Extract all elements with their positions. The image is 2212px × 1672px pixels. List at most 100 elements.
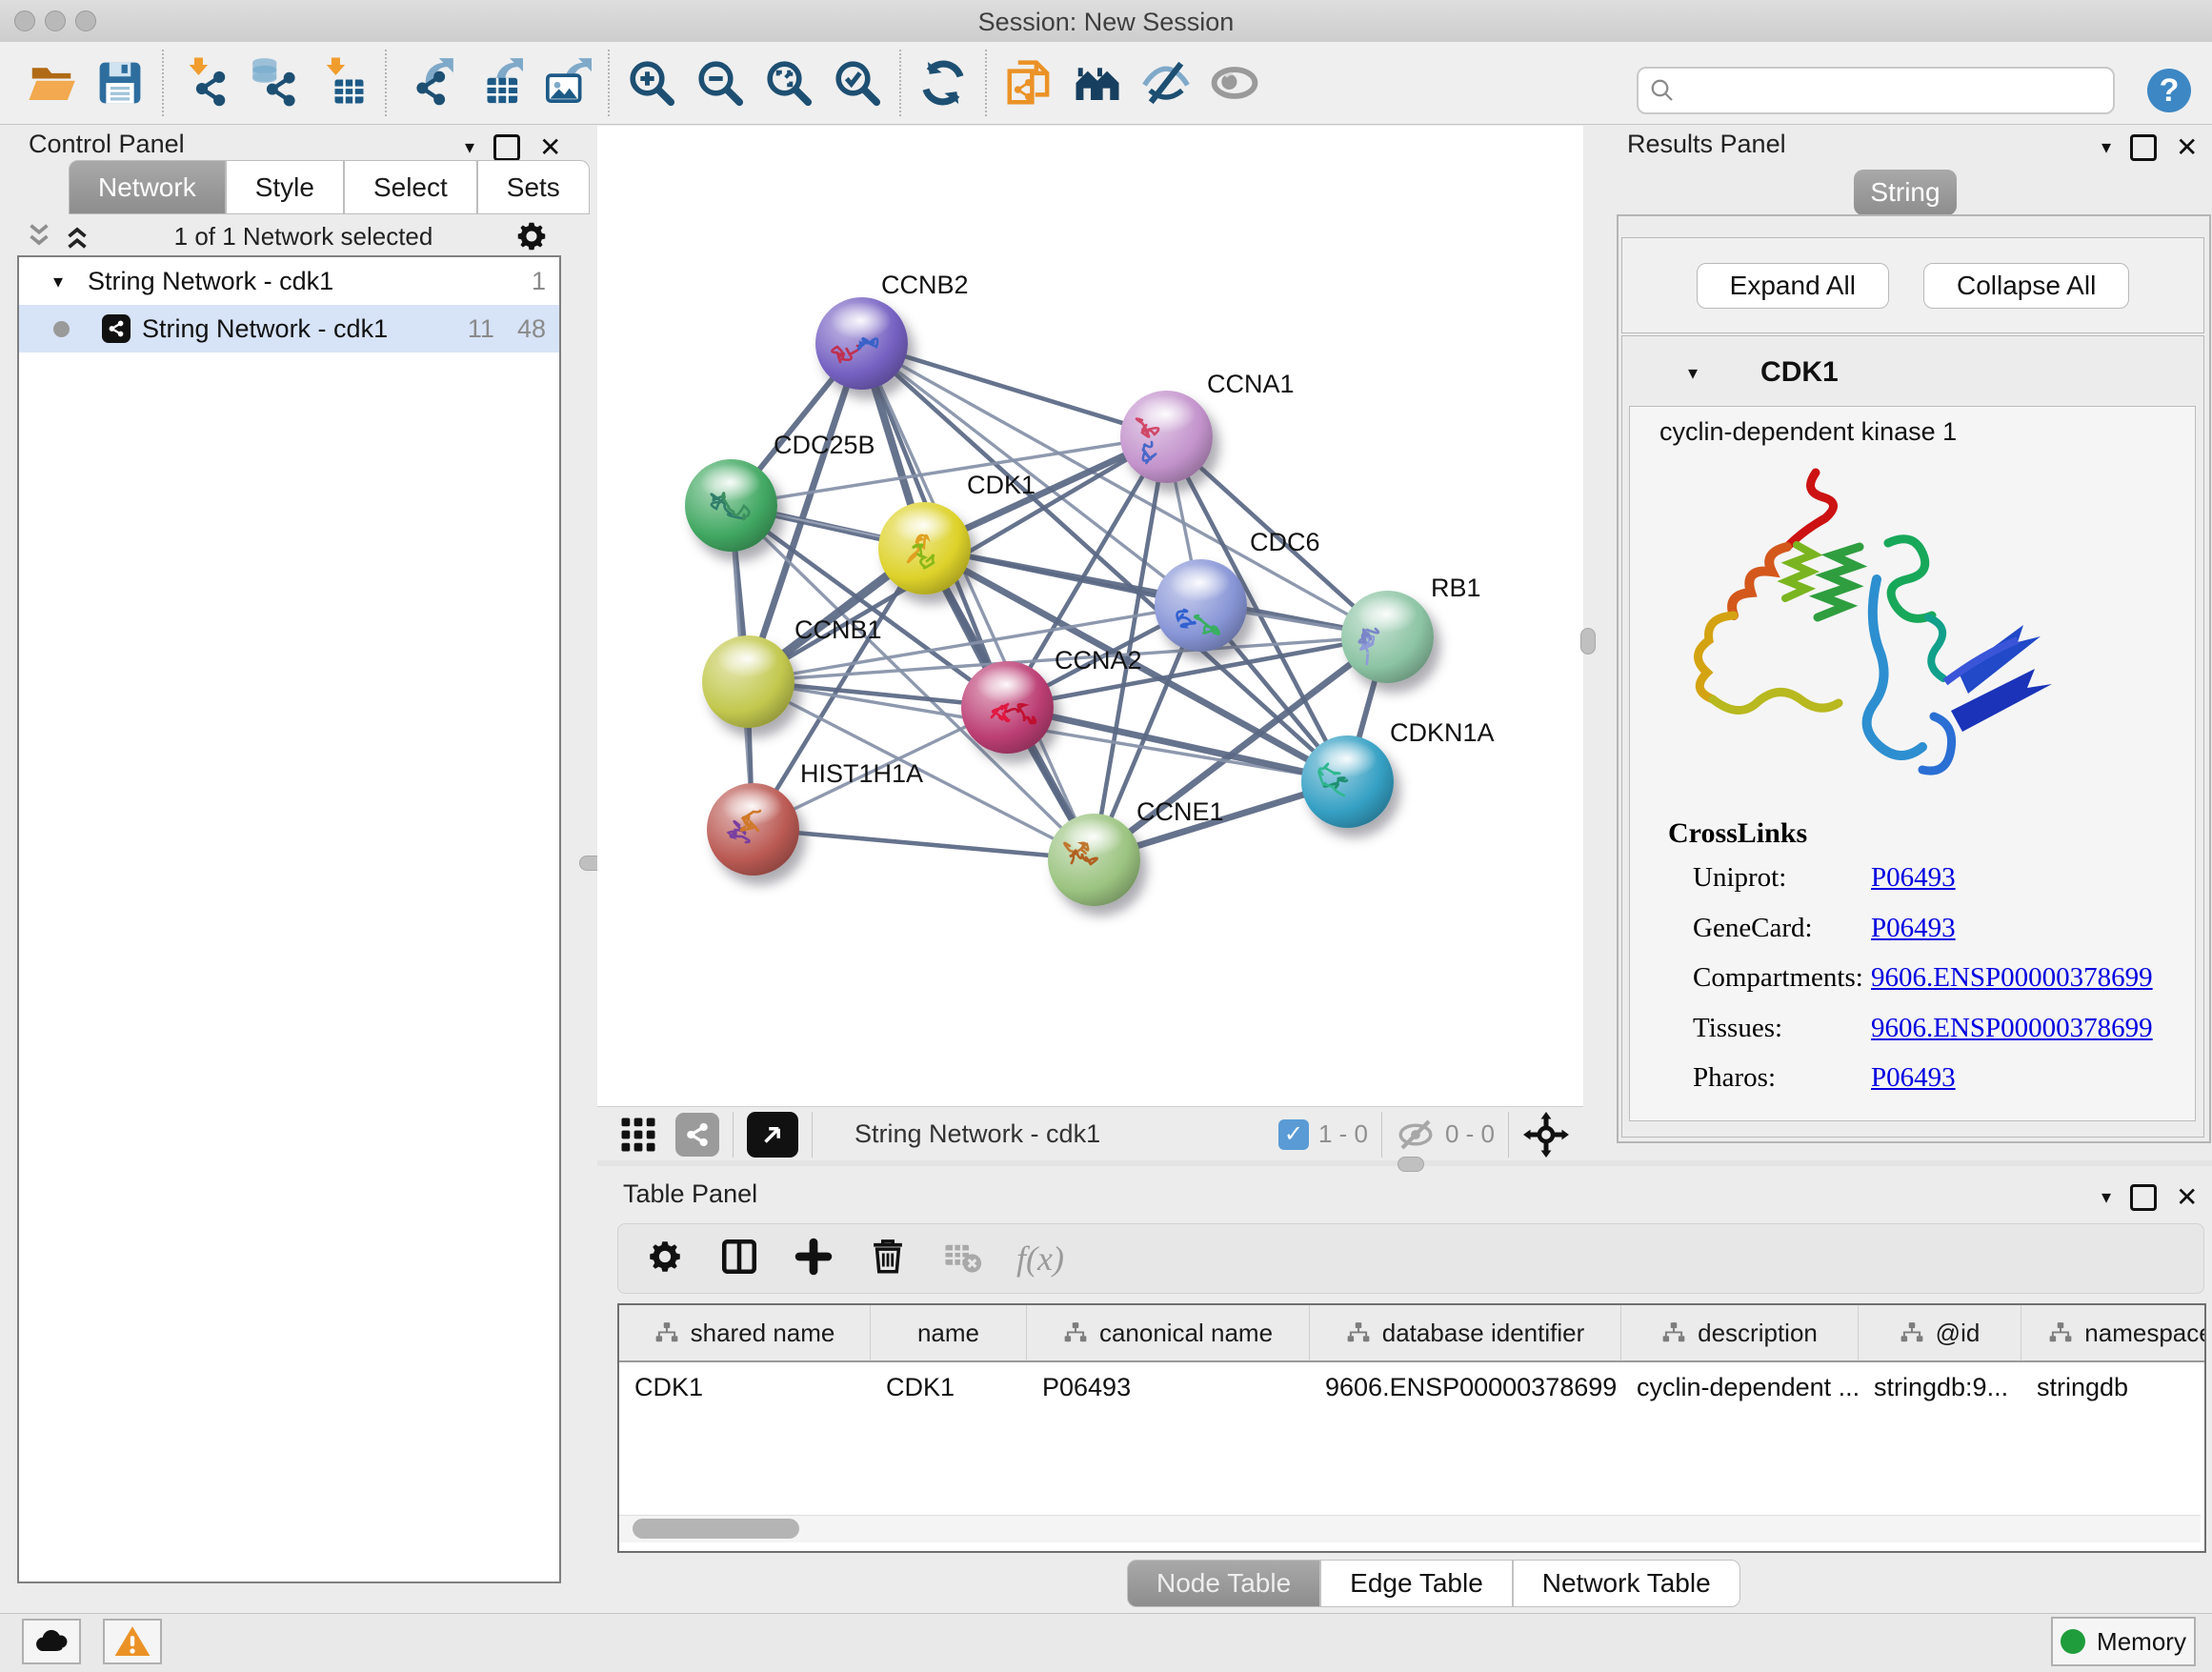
table-cell[interactable]: CDK1 (871, 1362, 1027, 1412)
node-cdc25b[interactable] (685, 459, 777, 552)
column-header-database-identifier[interactable]: database identifier (1310, 1305, 1621, 1360)
node-ccnb1[interactable] (702, 635, 794, 728)
control-panel-collapse-icon[interactable]: ▾ (465, 135, 474, 159)
export-table-icon[interactable] (463, 49, 532, 117)
show-all-icon[interactable] (1200, 49, 1269, 117)
node-ccna2[interactable] (961, 661, 1054, 754)
import-network-database-icon[interactable] (240, 49, 309, 117)
node-label-ccnb1: CCNB1 (794, 615, 882, 645)
column-header-canonical-name[interactable]: canonical name (1027, 1305, 1310, 1360)
save-session-icon[interactable] (86, 49, 154, 117)
collection-name: String Network - cdk1 (88, 267, 333, 296)
search-input[interactable] (1686, 76, 2113, 105)
import-network-file-icon[interactable] (171, 49, 240, 117)
protein-ribbon-thumbnail (1355, 611, 1421, 672)
table-settings-gear-icon[interactable] (645, 1237, 685, 1281)
results-panel-close-icon[interactable]: ✕ (2176, 131, 2198, 163)
tab-edge-table[interactable]: Edge Table (1320, 1560, 1513, 1607)
node-cdkn1a[interactable] (1301, 735, 1394, 828)
node-cdc6[interactable] (1155, 559, 1247, 652)
open-file-icon[interactable] (17, 49, 86, 117)
detach-view-icon[interactable] (747, 1112, 798, 1158)
results-panel-collapse-icon[interactable]: ▾ (2101, 135, 2111, 159)
table-cell[interactable]: stringdb:9... (1859, 1362, 2021, 1412)
table-cell[interactable]: P06493 (1027, 1362, 1310, 1412)
network-collection-row[interactable]: ▾ String Network - cdk1 1 (19, 257, 559, 305)
crosslink-link[interactable]: P06493 (1871, 1062, 1956, 1094)
zoom-out-icon[interactable] (686, 49, 754, 117)
search-box[interactable] (1637, 67, 2115, 114)
control-panel-tabs: NetworkStyleSelectSets (69, 160, 590, 212)
column-header-shared-name[interactable]: shared name (619, 1305, 871, 1360)
tab-network[interactable]: Network (69, 160, 226, 214)
expand-all-tree-icon[interactable] (61, 220, 93, 252)
export-network-icon[interactable] (394, 49, 463, 117)
scrollbar-thumb[interactable] (633, 1519, 799, 1539)
table-horizontal-scrollbar[interactable] (619, 1515, 2201, 1542)
network-options-gear-icon[interactable] (513, 218, 550, 254)
table-panel-float-icon[interactable] (2130, 1184, 2157, 1211)
results-panel-title: Results Panel (1627, 130, 1786, 159)
memory-button[interactable]: Memory (2051, 1617, 2196, 1666)
crosslink-link[interactable]: P06493 (1871, 862, 1956, 894)
table-cell[interactable]: 9606.ENSP00000378699 (1310, 1362, 1621, 1412)
table-panel-close-icon[interactable]: ✕ (2176, 1181, 2198, 1213)
right-splitter-handle[interactable] (1580, 628, 1596, 655)
expand-all-button[interactable]: Expand All (1697, 263, 1889, 309)
network-view-canvas[interactable]: CCNB2CCNA1CDC25BCDK1CDC6RB1CCNB1CCNA2CDK… (597, 126, 1583, 1106)
zoom-fit-icon[interactable] (754, 49, 823, 117)
table-cell[interactable]: stringdb (2021, 1362, 2206, 1412)
column-header-namespace[interactable]: namespace (2021, 1305, 2206, 1360)
help-button[interactable]: ? (2147, 69, 2191, 112)
tab-style[interactable]: Style (226, 160, 344, 214)
node-ccnb2[interactable] (815, 297, 908, 390)
apply-layout-icon[interactable] (909, 49, 977, 117)
import-table-file-icon[interactable] (309, 49, 377, 117)
node-ccna1[interactable] (1120, 391, 1213, 483)
export-image-icon[interactable] (532, 49, 600, 117)
network-status-dot (53, 321, 70, 337)
table-cell[interactable]: cyclin-dependent ... (1621, 1362, 1859, 1412)
hide-selected-icon[interactable] (1132, 49, 1200, 117)
bottom-splitter-handle[interactable] (1398, 1157, 1424, 1172)
delete-column-icon[interactable] (868, 1237, 908, 1281)
table-row[interactable]: CDK1CDK1P064939606.ENSP00000378699cyclin… (619, 1362, 2204, 1412)
selected-checkbox-icon[interactable]: ✓ (1278, 1119, 1309, 1150)
gene-section-collapse-icon[interactable]: ▾ (1688, 361, 1698, 385)
node-rb1[interactable] (1341, 591, 1434, 683)
node-ccne1[interactable] (1048, 814, 1140, 906)
node-hist1h1a[interactable] (707, 783, 799, 876)
control-panel-float-icon[interactable] (493, 134, 520, 161)
network-row[interactable]: String Network - cdk1 11 48 (19, 305, 559, 353)
column-header-name[interactable]: name (871, 1305, 1027, 1360)
table-panel-title: Table Panel (623, 1179, 757, 1209)
cloud-button[interactable] (22, 1619, 81, 1664)
table-panel-collapse-icon[interactable]: ▾ (2101, 1185, 2111, 1209)
node-cdk1[interactable] (878, 502, 971, 594)
grid-mode-icon[interactable] (616, 1115, 660, 1155)
network-view-mode-icon[interactable] (675, 1113, 719, 1157)
results-panel-float-icon[interactable] (2130, 134, 2157, 161)
tab-node-table[interactable]: Node Table (1127, 1560, 1320, 1607)
show-neighborhood-icon[interactable] (1063, 49, 1132, 117)
control-panel-close-icon[interactable]: ✕ (539, 131, 561, 163)
collapse-all-button[interactable]: Collapse All (1923, 263, 2129, 309)
crosslink-link[interactable]: 9606.ENSP00000378699 (1871, 962, 2153, 994)
collapse-all-tree-icon[interactable] (23, 220, 55, 252)
warnings-button[interactable] (103, 1619, 162, 1664)
fit-selected-crosshair-icon[interactable] (1522, 1111, 1570, 1158)
column-header-description[interactable]: description (1621, 1305, 1859, 1360)
add-column-icon[interactable] (794, 1237, 834, 1281)
zoom-selected-icon[interactable] (823, 49, 892, 117)
crosslink-link[interactable]: P06493 (1871, 913, 1956, 944)
column-header--id[interactable]: @id (1859, 1305, 2021, 1360)
zoom-in-icon[interactable] (617, 49, 686, 117)
show-columns-icon[interactable] (719, 1237, 759, 1281)
tab-network-table[interactable]: Network Table (1513, 1560, 1740, 1607)
tab-select[interactable]: Select (344, 160, 477, 214)
crosslink-link[interactable]: 9606.ENSP00000378699 (1871, 1013, 2153, 1044)
cytoscape-web-icon[interactable] (995, 49, 1063, 117)
tab-sets[interactable]: Sets (477, 160, 590, 214)
table-cell[interactable]: CDK1 (619, 1362, 871, 1412)
tab-string[interactable]: String (1854, 170, 1957, 215)
